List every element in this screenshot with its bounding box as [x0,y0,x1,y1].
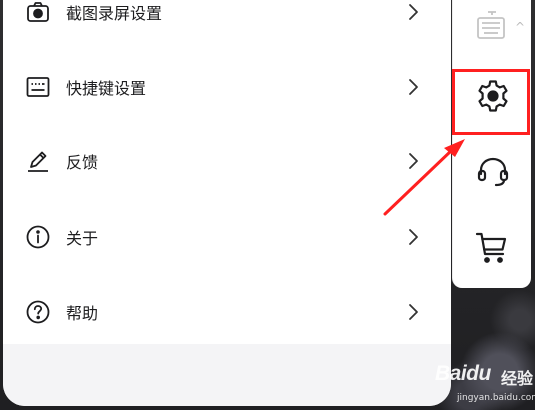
camera-icon [25,0,51,25]
headset-icon [477,157,509,187]
keyboard-button[interactable]: ^ [453,0,531,60]
watermark-site: 经验 [501,371,534,388]
menu-item-label: 帮助 [66,306,99,323]
menu-item-label: 截图录屏设置 [66,6,163,23]
panel-footer [3,344,451,406]
customer-service-button[interactable] [453,145,531,205]
expand-caret-icon: ^ [515,20,526,34]
menu-item-label: 反馈 [66,155,99,172]
chevron-right-icon [405,77,421,97]
cart-button[interactable] [453,220,531,280]
menu-item-label: 快捷键设置 [66,81,147,98]
keyboard-shortcut-icon [25,74,51,100]
baidu-watermark: Baidu 经验 jingyan.baidu.com [435,360,535,408]
keyboard-icon [477,11,505,39]
settings-button[interactable] [453,70,531,130]
menu-item-feedback[interactable]: 反馈 [3,131,451,191]
menu-item-label: 关于 [66,231,99,248]
menu-item-help[interactable]: 帮助 [3,282,451,342]
chevron-right-icon [405,227,421,247]
help-icon [25,299,51,325]
pencil-icon [25,148,51,174]
menu-item-shortcut-settings[interactable]: 快捷键设置 [3,57,451,117]
side-toolbar: ^ [452,0,531,288]
chevron-right-icon [405,302,421,322]
menu-item-screenshot-settings[interactable]: 截图录屏设置 [3,0,451,42]
menu-item-about[interactable]: 关于 [3,207,451,267]
screen: 截图录屏设置 快捷键设置 反馈 关于 帮助 ^ Baidu 经验 jingyan… [0,0,535,410]
cart-icon [475,232,507,263]
chevron-right-icon [405,2,421,22]
gear-icon [478,80,508,112]
watermark-brand: Baidu [435,362,491,385]
chevron-right-icon [405,151,421,171]
settings-menu-panel: 截图录屏设置 快捷键设置 反馈 关于 帮助 [3,0,451,406]
watermark-url: jingyan.baidu.com [457,393,535,403]
info-icon [25,224,51,250]
